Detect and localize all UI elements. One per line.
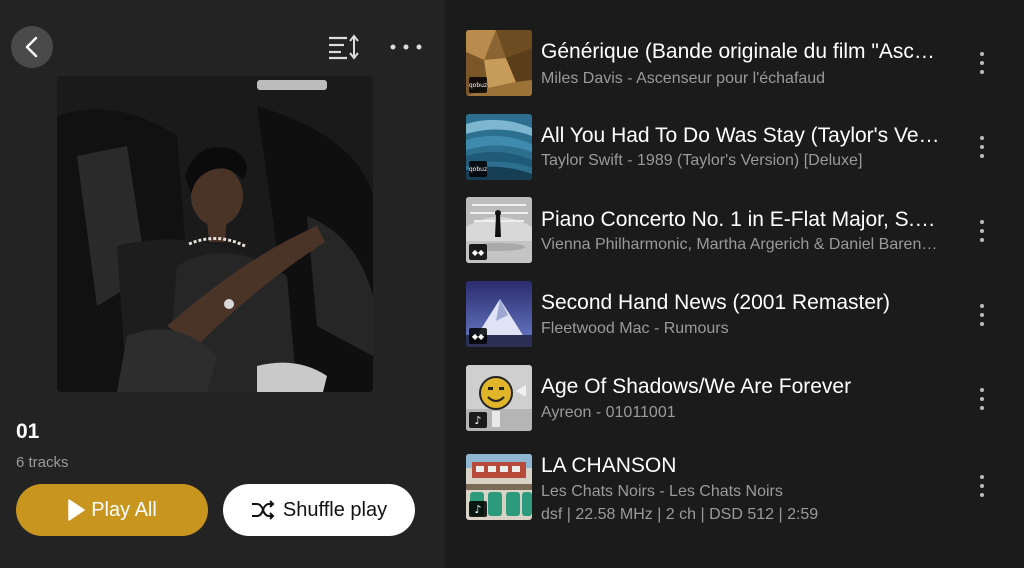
back-button[interactable] [11,26,53,68]
track-subtitle: Ayreon - 01011001 [541,404,676,421]
track-title: LA CHANSON [541,454,677,477]
track-row[interactable]: ♪ Age Of Shadows/We Are Forever Ayreon -… [445,357,1024,441]
play-all-button[interactable]: Play All [16,484,208,536]
more-options-button[interactable] [385,30,427,64]
track-row[interactable]: ◆◆ Piano Concerto No. 1 in E-Flat Major,… [445,189,1024,273]
track-more-button[interactable] [967,381,997,417]
shuffle-play-label: Shuffle play [282,498,388,521]
more-horizontal-icon [390,44,422,50]
track-more-button[interactable] [967,129,997,165]
qobuz-badge-icon: qobuz [469,161,487,177]
playlist-cover-image [57,76,373,392]
track-artwork: ♪ [466,365,532,431]
track-subtitle: Les Chats Noirs - Les Chats Noirs [541,483,783,500]
track-title: All You Had To Do Was Stay (Taylor's Ver… [541,124,943,147]
track-row[interactable]: qobuz Générique (Bande originale du film… [445,21,1024,105]
track-title: Second Hand News (2001 Remaster) [541,291,891,314]
track-artwork: ♪ [466,454,532,520]
track-row[interactable]: ◆◆ Second Hand News (2001 Remaster) Flee… [445,273,1024,357]
track-subtitle: Taylor Swift - 1989 (Taylor's Version) [… [541,152,863,169]
track-more-button[interactable] [967,45,997,81]
shuffle-icon [251,500,275,520]
track-more-button[interactable] [967,213,997,249]
track-title: Age Of Shadows/We Are Forever [541,375,852,398]
chevron-left-icon [25,36,38,58]
track-artwork: qobuz [466,30,532,96]
track-row[interactable]: ♪ LA CHANSON Les Chats Noirs - Les Chats… [445,441,1024,541]
track-count: 6 tracks [16,454,69,471]
track-title: Générique (Bande originale du film "Asce… [541,40,943,63]
playlist-title: 01 [16,420,40,443]
tidal-badge-icon: ◆◆ [469,244,487,260]
track-artwork: qobuz [466,114,532,180]
tidal-badge-icon: ◆◆ [469,328,487,344]
track-audio-details: dsf | 22.58 MHz | 2 ch | DSD 512 | 2:59 [541,506,819,523]
qobuz-badge-icon: qobuz [469,77,487,93]
play-all-label: Play All [91,498,157,521]
track-row[interactable]: qobuz All You Had To Do Was Stay (Taylor… [445,105,1024,189]
track-subtitle: Fleetwood Mac - Rumours [541,320,729,337]
track-artwork: ◆◆ [466,197,532,263]
track-subtitle: Vienna Philharmonic, Martha Argerich & D… [541,236,943,253]
track-more-button[interactable] [967,468,997,504]
shuffle-play-button[interactable]: Shuffle play [223,484,415,536]
music-note-badge-icon: ♪ [469,501,487,517]
track-title: Piano Concerto No. 1 in E-Flat Major, S.… [541,208,943,231]
playlist-info-panel: 01 6 tracks Play All Shuffle play [0,0,445,568]
music-note-badge-icon: ♪ [469,412,487,428]
track-artwork: ◆◆ [466,281,532,347]
play-icon [68,499,85,521]
track-more-button[interactable] [967,297,997,333]
sort-button[interactable] [325,30,363,64]
track-list: qobuz Générique (Bande originale du film… [445,0,1024,568]
sort-icon [329,34,359,60]
track-subtitle: Miles Davis - Ascenseur pour l'échafaud [541,70,826,87]
